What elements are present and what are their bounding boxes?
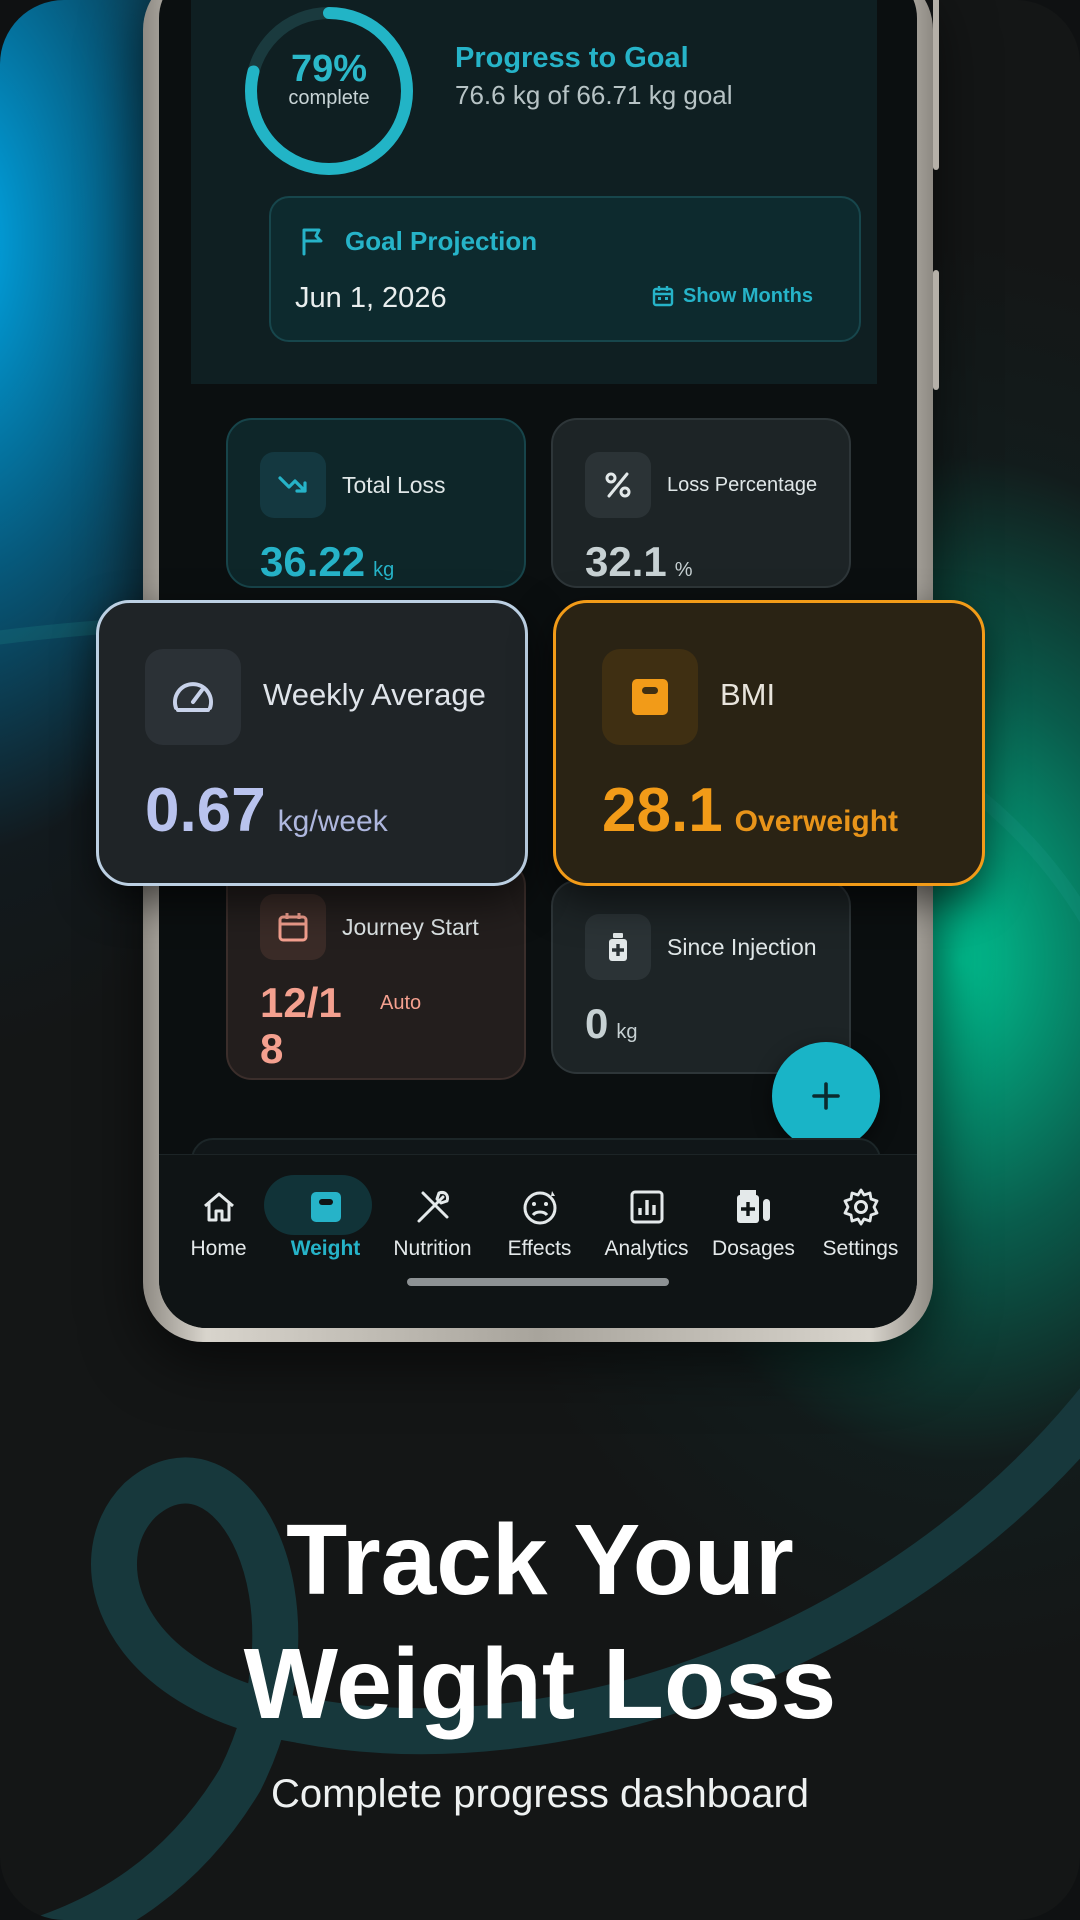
- pills-icon: [700, 1183, 807, 1231]
- percent-icon: [585, 452, 651, 518]
- progress-panel: 79% complete Progress to Goal 76.6 kg of…: [191, 0, 877, 384]
- projection-title: Goal Projection: [345, 226, 538, 256]
- show-months-button[interactable]: Show Months: [651, 284, 813, 308]
- plus-icon: [812, 1082, 840, 1110]
- progress-title: Progress to Goal: [455, 42, 689, 74]
- nav-item-effects[interactable]: Effects: [486, 1183, 593, 1261]
- total-loss-value: 36.22 kg: [260, 538, 395, 585]
- auto-badge: Auto: [380, 992, 422, 1014]
- nav-item-settings[interactable]: Settings: [807, 1183, 914, 1261]
- bottom-navigation: Home Weight Nutrition Effects Analytics: [159, 1154, 917, 1328]
- calendar-icon: [652, 286, 674, 307]
- projection-date: Jun 1, 2026: [295, 282, 447, 314]
- loss-percentage-value: 32.1%: [585, 538, 693, 585]
- home-icon: [165, 1183, 272, 1231]
- show-months-label: Show Months: [683, 284, 813, 307]
- bmi-status: Overweight: [734, 805, 899, 838]
- promo-headline: Track Your Weight Loss: [243, 1504, 837, 1740]
- nav-item-weight[interactable]: Weight: [272, 1183, 379, 1261]
- scale-icon: [602, 649, 698, 745]
- add-entry-button[interactable]: [772, 1042, 880, 1150]
- trending-down-icon: [260, 452, 326, 518]
- weekly-average-card[interactable]: Weekly Average 0.67 kg/week: [96, 600, 528, 886]
- bmi-card[interactable]: BMI 28.1 Overweight: [553, 600, 985, 886]
- journey-start-label: Journey Start: [342, 914, 479, 940]
- weekly-average-value: 0.67 kg/week: [145, 776, 388, 845]
- since-injection-label: Since Injection: [667, 934, 817, 960]
- bmi-value: 28.1 Overweight: [602, 776, 899, 845]
- home-indicator[interactable]: [407, 1278, 669, 1286]
- bmi-label: BMI: [720, 677, 776, 712]
- journey-start-card[interactable]: Journey Start 12/1 8 Auto: [226, 860, 526, 1080]
- promo-subline: Complete progress dashboard: [270, 1772, 810, 1816]
- nav-item-analytics[interactable]: Analytics: [593, 1183, 700, 1261]
- goal-projection-card: Goal Projection Jun 1, 2026 Show Months: [269, 196, 861, 342]
- medicine-icon: [585, 914, 651, 980]
- speedometer-icon: [145, 649, 241, 745]
- progress-percent: 79%: [290, 48, 368, 90]
- calendar-icon: [260, 894, 326, 960]
- nav-item-home[interactable]: Home: [165, 1183, 272, 1261]
- promo-canvas: 79% complete Progress to Goal 76.6 kg of…: [0, 0, 1080, 1920]
- total-loss-card[interactable]: Total Loss 36.22 kg: [226, 418, 526, 588]
- scale-icon: [272, 1183, 379, 1231]
- nav-item-dosages[interactable]: Dosages: [700, 1183, 807, 1261]
- loss-percentage-label: Loss Percentage: [667, 474, 818, 496]
- total-loss-label: Total Loss: [342, 472, 446, 498]
- loss-percentage-card[interactable]: Loss Percentage 32.1%: [551, 418, 851, 588]
- gear-icon: [807, 1183, 914, 1231]
- bar-chart-icon: [593, 1183, 700, 1231]
- progress-detail: 76.6 kg of 66.71 kg goal: [455, 80, 733, 110]
- nav-item-nutrition[interactable]: Nutrition: [379, 1183, 486, 1261]
- weekly-average-label: Weekly Average: [263, 677, 486, 712]
- face-icon: [486, 1183, 593, 1231]
- progress-sub-label: complete: [288, 87, 370, 109]
- utensils-icon: [379, 1183, 486, 1231]
- journey-start-value: 12/1 8: [260, 979, 342, 1072]
- flag-icon: [302, 228, 323, 256]
- since-injection-value: 0 kg: [585, 1000, 638, 1047]
